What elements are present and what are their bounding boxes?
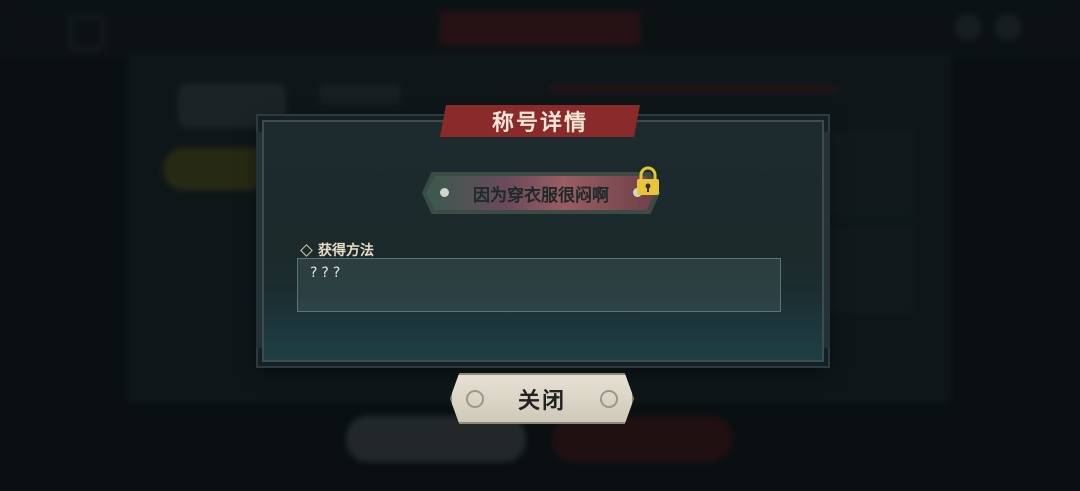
dialog-edge-right <box>824 132 830 348</box>
close-button-label: 关闭 <box>517 387 566 414</box>
diamond-icon <box>300 243 313 257</box>
acquire-method-label: 获得方法 <box>300 240 374 260</box>
close-button-ornament-left <box>466 390 484 408</box>
dialog-title-ribbon: 称号详情 <box>440 105 640 137</box>
close-button[interactable]: 关闭 <box>450 373 634 424</box>
acquire-method-text: 获得方法 <box>318 243 374 259</box>
close-button-ornament-right <box>600 390 618 408</box>
dialog-title: 称号详情 <box>491 110 588 136</box>
title-badge-text: 因为穿衣服很闷啊 <box>473 185 609 206</box>
acquire-method-box: ??? <box>297 258 781 312</box>
badge-dot-left <box>440 188 449 197</box>
lock-icon <box>637 166 659 195</box>
dialog-edge-left <box>256 132 262 348</box>
title-badge: 因为穿衣服很闷啊 <box>426 176 656 210</box>
acquire-method-value: ??? <box>310 265 345 281</box>
